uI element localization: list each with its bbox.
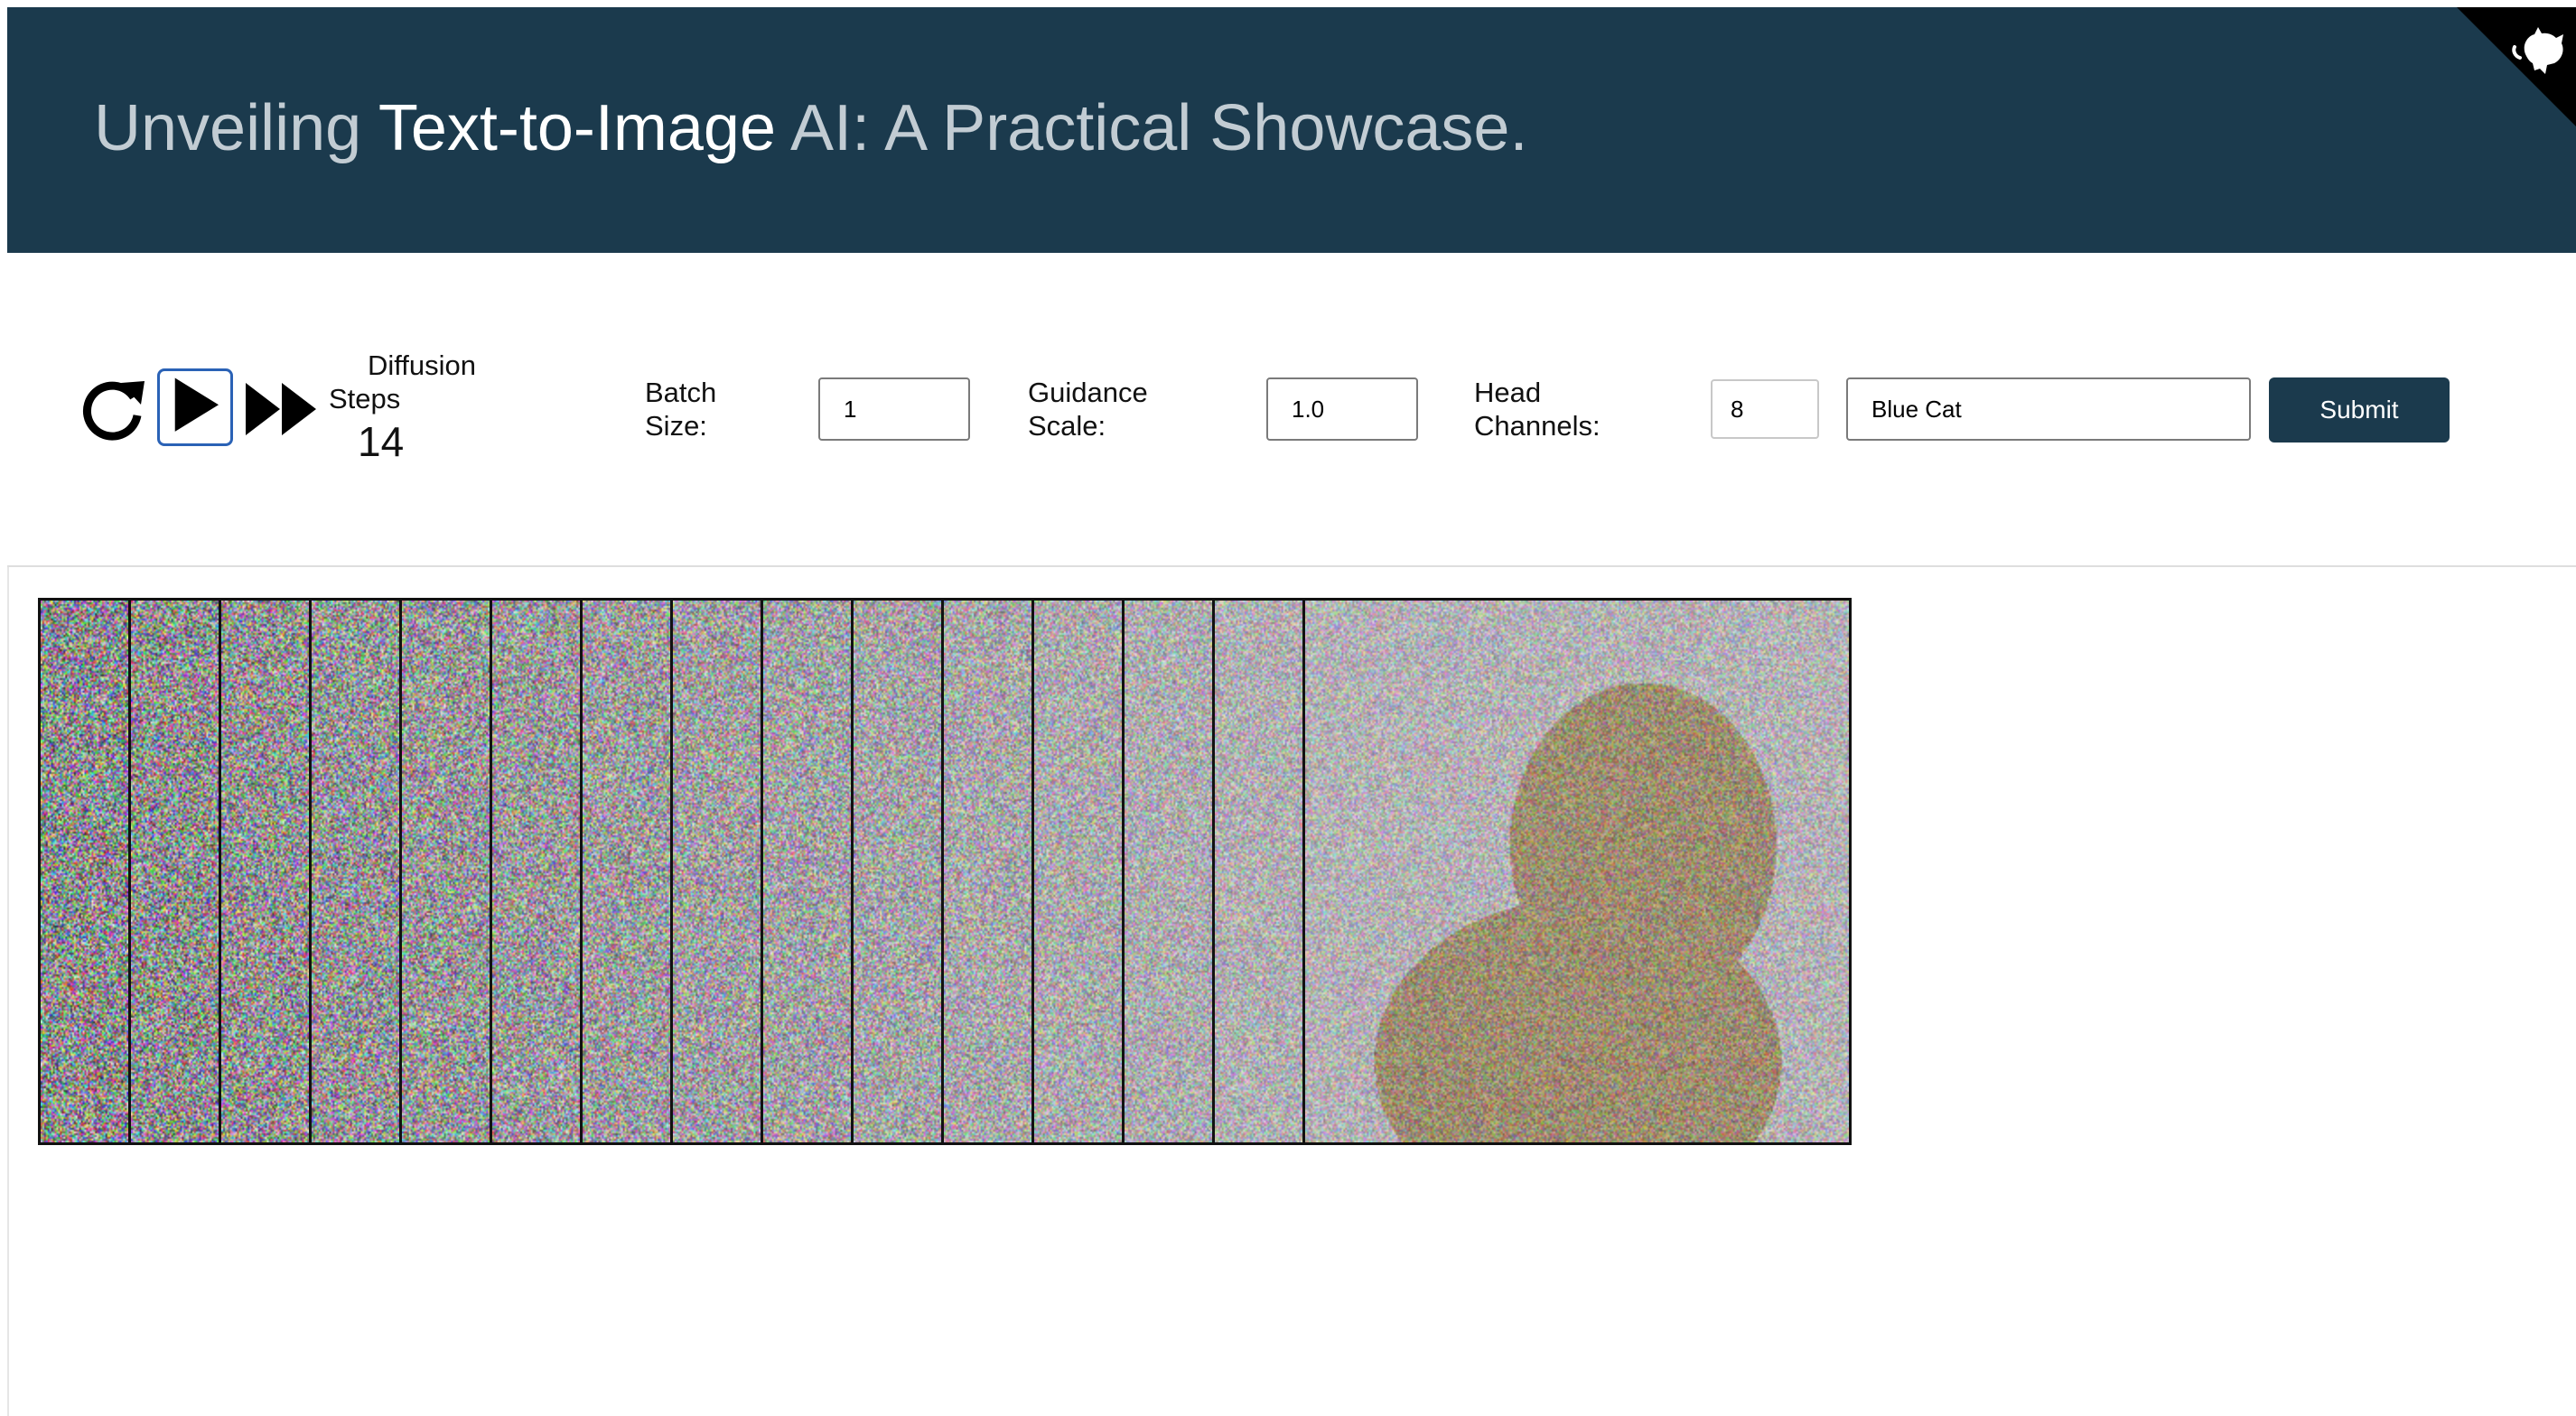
diffusion-frame: [1125, 601, 1215, 1142]
diffusion-steps-value: 14: [358, 418, 405, 465]
left-border: [7, 567, 9, 1416]
title-highlight: Text-to-Image: [378, 92, 777, 164]
batch-size-input[interactable]: [818, 377, 970, 441]
diffusion-steps-strip: [38, 598, 1852, 1145]
section-divider: [7, 565, 2576, 567]
octocat-icon[interactable]: [2507, 18, 2571, 81]
controls-bar: Diffusion Steps 14 Batch Size: Guidance …: [0, 298, 2576, 524]
fast-forward-icon[interactable]: [244, 381, 320, 437]
guidance-scale-input[interactable]: [1266, 377, 1418, 441]
diffusion-frame: [312, 601, 402, 1142]
head-channels-label: Head Channels:: [1474, 376, 1601, 442]
guidance-scale-label: Guidance Scale:: [1028, 376, 1148, 442]
diffusion-frame: [854, 601, 944, 1142]
diffusion-frame: [492, 601, 583, 1142]
batch-size-label: Batch Size:: [645, 376, 716, 442]
diffusion-frame: [1215, 601, 1305, 1142]
prompt-input[interactable]: [1846, 377, 2251, 441]
batch-size-label-line1: Batch: [645, 377, 717, 408]
guidance-scale-label-line1: Guidance: [1028, 377, 1148, 408]
diffusion-frame: [41, 601, 131, 1142]
diffusion-frame: [583, 601, 673, 1142]
diffusion-frame: [131, 601, 221, 1142]
diffusion-frame: [221, 601, 312, 1142]
diffusion-frame: [944, 601, 1034, 1142]
submit-button[interactable]: Submit: [2269, 377, 2450, 442]
page-header: Unveiling Text-to-Image AI: A Practical …: [7, 7, 2576, 253]
diffusion-frame-final: [1305, 601, 1849, 1142]
diffusion-steps-label-line1: Diffusion: [367, 349, 477, 381]
head-channels-label-line1: Head: [1474, 377, 1542, 408]
diffusion-steps-label-line2: Steps: [329, 383, 401, 415]
play-icon: [174, 377, 219, 432]
batch-size-label-line2: Size:: [645, 410, 707, 442]
page-title: Unveiling Text-to-Image AI: A Practical …: [94, 96, 1527, 161]
play-button[interactable]: [157, 368, 233, 446]
diffusion-frame: [402, 601, 492, 1142]
reset-icon[interactable]: [78, 372, 150, 444]
guidance-scale-label-line2: Scale:: [1028, 410, 1106, 442]
head-channels-label-line2: Channels:: [1474, 410, 1601, 442]
diffusion-frame: [763, 601, 854, 1142]
head-channels-input[interactable]: [1711, 379, 1819, 439]
diffusion-frame: [673, 601, 763, 1142]
title-prefix: Unveiling: [94, 92, 378, 164]
diffusion-frame: [1034, 601, 1125, 1142]
title-suffix: AI: A Practical Showcase.: [776, 92, 1528, 164]
diffusion-steps-label: Diffusion Steps: [329, 349, 482, 415]
